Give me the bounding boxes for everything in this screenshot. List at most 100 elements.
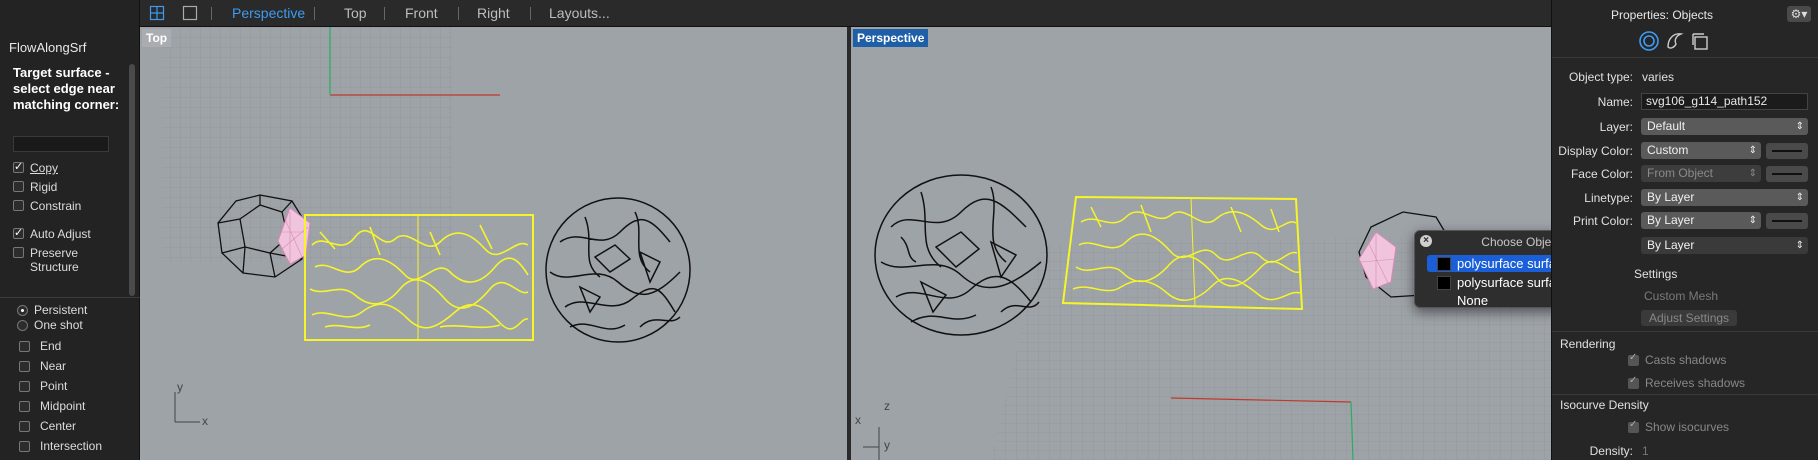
display-color-swatch[interactable] — [1766, 143, 1808, 159]
casts-shadows-option[interactable]: Casts shadows — [1628, 352, 1727, 367]
snap-end-checkbox[interactable] — [19, 340, 30, 352]
osnap-one-shot-label: One shot — [34, 318, 83, 332]
print-color-row: Print Color: By Layer — [1552, 212, 1818, 230]
snap-midpoint-label: Midpoint — [40, 399, 86, 413]
name-field[interactable]: svg106_g114_path152 — [1641, 93, 1808, 110]
display-color-select[interactable]: Custom — [1641, 142, 1761, 159]
snap-near-checkbox[interactable] — [19, 360, 30, 372]
settings-section-title: Settings — [1634, 267, 1678, 281]
snap-end[interactable]: End — [19, 339, 61, 353]
casts-shadows-checkbox[interactable] — [1628, 352, 1639, 366]
print-width-row: By Layer — [1552, 237, 1818, 255]
tab-layouts[interactable]: Layouts... — [549, 5, 610, 21]
linetype-select[interactable]: By Layer — [1641, 189, 1808, 206]
rigid-checkbox[interactable] — [13, 181, 24, 192]
adjust-settings-button[interactable]: Adjust Settings — [1641, 310, 1738, 326]
object-type-label: Object type: — [1568, 70, 1633, 84]
crumpled-sphere-object[interactable] — [545, 197, 691, 343]
rendering-section-title: Rendering — [1560, 337, 1616, 351]
persistent-radio[interactable] — [17, 304, 28, 316]
face-color-swatch[interactable] — [1766, 166, 1808, 182]
casts-shadows-label: Casts shadows — [1645, 353, 1727, 367]
copy-checkbox[interactable] — [13, 160, 24, 174]
linetype-row: Linetype: By Layer — [1552, 189, 1818, 207]
option-preserve-structure[interactable]: Preserve Structure — [13, 246, 123, 274]
snap-center[interactable]: Center — [19, 419, 76, 433]
gear-icon[interactable]: ⚙▾ — [1787, 6, 1811, 22]
object-type-row: Object type: varies — [1552, 68, 1818, 86]
auto-adjust-checkbox[interactable] — [13, 226, 24, 240]
snap-midpoint[interactable]: Midpoint — [19, 399, 85, 413]
object-type-value: varies — [1642, 70, 1675, 84]
top-viewport[interactable]: y x Top — [140, 27, 847, 460]
snap-center-label: Center — [40, 419, 77, 433]
show-isocurves-option[interactable]: Show isocurves — [1628, 419, 1729, 434]
display-color-row: Display Color: Custom — [1552, 142, 1818, 160]
density-row: Density: 1 — [1552, 442, 1818, 460]
receives-shadows-label: Receives shadows — [1645, 376, 1746, 390]
command-panel-scrollbar[interactable] — [129, 64, 135, 296]
tab-front[interactable]: Front — [405, 5, 438, 21]
toolbar-separator — [530, 7, 531, 20]
viewport-label-perspective[interactable]: Perspective — [853, 29, 929, 47]
receives-shadows-checkbox[interactable] — [1628, 375, 1639, 389]
display-color-label: Display Color: — [1558, 144, 1633, 158]
object-properties-icon[interactable] — [1638, 30, 1660, 52]
layer-select[interactable]: Default — [1641, 118, 1808, 135]
snap-point-checkbox[interactable] — [19, 380, 30, 392]
face-color-row: Face Color: From Object — [1552, 165, 1818, 183]
preserve-structure-checkbox[interactable] — [13, 247, 24, 258]
crumpled-sphere-object[interactable] — [874, 174, 1048, 336]
toolbar-separator — [211, 7, 212, 20]
one-shot-radio[interactable] — [17, 319, 28, 331]
snap-end-label: End — [40, 339, 62, 353]
properties-panel: Properties: Objects ⚙▾ Object type: vari… — [1551, 0, 1818, 460]
constrain-checkbox[interactable] — [13, 200, 24, 211]
option-constrain[interactable]: Constrain — [13, 199, 81, 213]
tab-right[interactable]: Right — [477, 5, 510, 21]
command-panel: FlowAlongSrf Target surface - select edg… — [0, 0, 140, 460]
axis-x-label: x — [202, 414, 208, 428]
single-viewport-icon[interactable] — [182, 5, 198, 21]
popup-item-label: None — [1457, 293, 1489, 308]
four-viewports-icon[interactable] — [149, 5, 165, 21]
viewport-label-top[interactable]: Top — [142, 29, 172, 47]
toolbar-separator — [314, 7, 315, 20]
texture-mapping-icon[interactable] — [1690, 30, 1712, 52]
density-value[interactable]: 1 — [1642, 444, 1649, 458]
snap-point[interactable]: Point — [19, 379, 67, 393]
option-auto-adjust[interactable]: Auto Adjust — [13, 226, 91, 241]
print-color-select[interactable]: By Layer — [1641, 212, 1761, 229]
print-color-swatch[interactable] — [1766, 213, 1808, 229]
option-rigid-label: Rigid — [30, 180, 58, 194]
snap-midpoint-checkbox[interactable] — [19, 400, 30, 412]
snap-intersection[interactable]: Intersection — [19, 439, 102, 453]
axis-y-label: y — [177, 380, 183, 394]
tab-perspective[interactable]: Perspective — [232, 5, 305, 21]
receives-shadows-option[interactable]: Receives shadows — [1628, 375, 1746, 390]
axis-z-label: z — [884, 399, 890, 413]
snap-near-label: Near — [40, 359, 67, 373]
osnap-persistent[interactable]: Persistent — [17, 303, 87, 317]
osnap-persistent-label: Persistent — [34, 303, 88, 317]
option-copy[interactable]: Copy — [13, 160, 58, 175]
toolbar-separator — [384, 7, 385, 20]
option-constrain-label: Constrain — [30, 199, 82, 213]
snap-intersection-checkbox[interactable] — [19, 440, 30, 452]
face-color-select[interactable]: From Object — [1641, 165, 1761, 182]
linetype-label: Linetype: — [1584, 191, 1633, 205]
material-icon[interactable] — [1664, 30, 1686, 52]
section-divider — [1552, 394, 1818, 395]
show-isocurves-checkbox[interactable] — [1628, 419, 1639, 433]
command-input[interactable] — [13, 136, 109, 152]
name-row: Name: svg106_g114_path152 — [1552, 93, 1818, 111]
print-width-select[interactable]: By Layer — [1641, 237, 1808, 254]
osnap-one-shot[interactable]: One shot — [17, 318, 83, 332]
tab-top[interactable]: Top — [344, 5, 367, 21]
isocurve-section-title: Isocurve Density — [1560, 398, 1649, 412]
snap-near[interactable]: Near — [19, 359, 66, 373]
custom-mesh-option[interactable]: Custom Mesh — [1644, 289, 1718, 303]
option-rigid[interactable]: Rigid — [13, 180, 57, 194]
option-auto-adjust-label: Auto Adjust — [30, 227, 91, 241]
snap-center-checkbox[interactable] — [19, 420, 30, 432]
